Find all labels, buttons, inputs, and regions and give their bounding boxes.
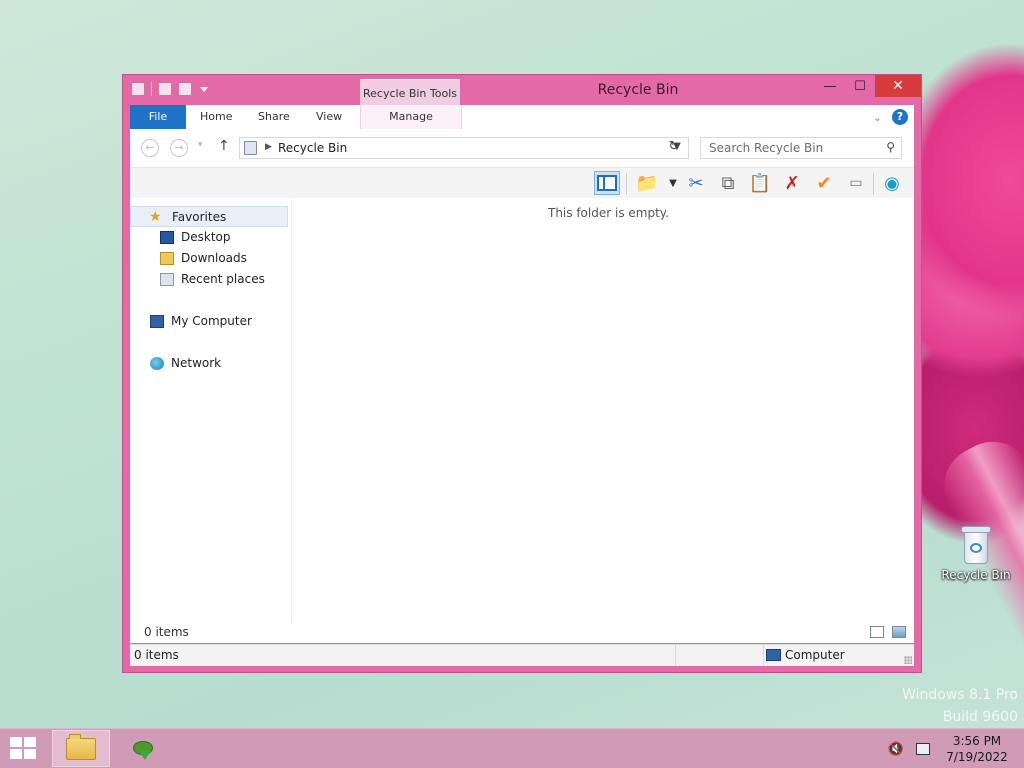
quick-access-toolbar xyxy=(131,82,208,96)
recycle-bin-icon xyxy=(959,526,993,566)
search-placeholder: Search Recycle Bin xyxy=(709,141,824,155)
recycle-bin-small-icon xyxy=(131,82,145,96)
tab-home[interactable]: Home xyxy=(200,105,232,129)
up-arrow-icon[interactable]: ↑ xyxy=(218,138,230,154)
taskbar-app-button[interactable] xyxy=(114,730,172,767)
customize-qat-chevron-down-icon[interactable] xyxy=(200,86,208,92)
main-content-area: ★ Favorites Desktop Downloads Recent pla… xyxy=(130,198,914,642)
sidebar-item-label: Desktop xyxy=(181,230,231,244)
sidebar-item-my-computer[interactable]: My Computer xyxy=(130,311,288,332)
recycle-bin-icon xyxy=(244,141,257,155)
sidebar-item-label: Recent places xyxy=(181,272,265,286)
back-button[interactable]: ← xyxy=(141,139,159,157)
sidebar-item-recent-places[interactable]: Recent places xyxy=(130,269,288,290)
downloads-folder-icon xyxy=(160,252,174,265)
properties-icon[interactable] xyxy=(158,82,172,96)
computer-icon xyxy=(150,315,164,328)
start-button[interactable] xyxy=(10,737,38,761)
desktop-icon xyxy=(160,231,174,244)
breadcrumb-chevron-right-icon[interactable]: ▶ xyxy=(265,142,272,152)
search-icon[interactable]: ⚲ xyxy=(886,140,895,154)
star-icon: ★ xyxy=(149,209,162,225)
address-breadcrumb[interactable]: Recycle Bin xyxy=(278,141,347,155)
system-tray: 🔇 3:56 PM 7/19/2022 xyxy=(888,733,1012,765)
close-button[interactable]: ✕ xyxy=(875,75,921,97)
speaker-muted-icon[interactable]: 🔇 xyxy=(888,742,904,757)
properties-globe-icon[interactable]: ◉ xyxy=(879,171,905,195)
window-title: Recycle Bin xyxy=(597,82,679,98)
sidebar-item-label: My Computer xyxy=(171,314,252,328)
navigation-pane: ★ Favorites Desktop Downloads Recent pla… xyxy=(130,198,292,642)
recent-places-icon xyxy=(160,273,174,286)
watermark-build: Build 9600 xyxy=(942,709,1018,725)
desktop-icon-label: Recycle Bin xyxy=(941,568,1011,582)
item-count: 0 items xyxy=(144,625,189,639)
desktop-recycle-bin[interactable]: Recycle Bin xyxy=(940,526,1012,582)
paste-icon[interactable]: 📋 xyxy=(747,171,773,195)
empty-folder-message: This folder is empty. xyxy=(548,206,669,220)
sidebar-item-label: Network xyxy=(171,356,222,370)
minimize-button[interactable]: — xyxy=(815,75,845,97)
navigation-bar: ← → ▾ ↑ ▶ Recycle Bin ▼ ↻ Search Recycle… xyxy=(130,129,914,167)
restore-checkmark-icon[interactable]: ✔ xyxy=(811,171,837,195)
help-icon[interactable]: ? xyxy=(892,109,908,125)
command-toolbar: 📁 ▼ ✂ ⧉ 📋 ✗ ✔ ▭ ◉ xyxy=(130,167,914,199)
search-input[interactable]: Search Recycle Bin ⚲ xyxy=(700,137,902,159)
tab-share[interactable]: Share xyxy=(258,105,290,129)
select-all-icon[interactable]: 📁 xyxy=(634,171,660,195)
watermark-edition: Windows 8.1 Pro xyxy=(902,687,1018,703)
tab-file[interactable]: File xyxy=(130,105,186,129)
expand-ribbon-chevron-down-icon[interactable]: ⌄ xyxy=(873,111,882,124)
status-location: Computer xyxy=(785,648,845,662)
maximize-button[interactable]: ☐ xyxy=(845,75,875,97)
rename-icon[interactable]: ▭ xyxy=(843,171,869,195)
taskbar-file-explorer-button[interactable] xyxy=(52,730,110,767)
tab-manage[interactable]: Manage xyxy=(360,105,462,129)
details-view-icon[interactable] xyxy=(870,626,884,638)
resize-grip[interactable] xyxy=(904,656,912,664)
status-item-count: 0 items xyxy=(134,648,179,662)
clock-time: 3:56 PM xyxy=(952,734,1002,748)
cut-icon[interactable]: ✂ xyxy=(683,171,709,195)
folder-icon xyxy=(66,733,96,760)
sidebar-item-favorites[interactable]: ★ Favorites xyxy=(130,206,288,227)
clock-date: 7/19/2022 xyxy=(946,750,1008,764)
computer-icon xyxy=(766,649,781,661)
sidebar-item-label: Downloads xyxy=(181,251,247,265)
copy-icon[interactable]: ⧉ xyxy=(715,171,741,195)
refresh-icon[interactable]: ↻ xyxy=(663,139,685,154)
sidebar-item-label: Favorites xyxy=(172,210,227,224)
delete-icon[interactable]: ✗ xyxy=(779,171,805,195)
network-icon xyxy=(150,357,164,370)
sidebar-item-desktop[interactable]: Desktop xyxy=(130,227,288,248)
title-bar[interactable]: Recycle Bin Tools Recycle Bin — ☐ ✕ xyxy=(123,75,921,105)
network-status-icon[interactable] xyxy=(916,743,930,755)
large-icons-view-icon[interactable] xyxy=(892,626,906,638)
taskbar: 🔇 3:56 PM 7/19/2022 xyxy=(0,728,1024,768)
explorer-window: Recycle Bin Tools Recycle Bin — ☐ ✕ File… xyxy=(122,74,922,673)
sidebar-item-downloads[interactable]: Downloads xyxy=(130,248,288,269)
navigation-pane-toggle-button[interactable] xyxy=(594,171,620,195)
recent-locations-chevron-down-icon[interactable]: ▾ xyxy=(198,140,203,150)
tab-view[interactable]: View xyxy=(316,105,342,129)
status-bar: 0 items Computer xyxy=(130,644,914,666)
address-bar[interactable]: ▶ Recycle Bin ▼ xyxy=(239,137,689,159)
bug-download-icon xyxy=(130,737,156,761)
clock[interactable]: 3:56 PM 7/19/2022 xyxy=(942,733,1012,765)
sidebar-item-network[interactable]: Network xyxy=(130,353,288,374)
new-folder-icon[interactable] xyxy=(178,82,192,96)
recycle-bin-tools-context-tab: Recycle Bin Tools xyxy=(360,79,460,105)
pane-layout-icon xyxy=(597,175,617,191)
windows-version-watermark: Windows 8.1 Pro Build 9600 xyxy=(902,684,1018,728)
ribbon-tabs: File Home Share View Manage ⌄ ? xyxy=(130,105,914,129)
items-count-row: 0 items xyxy=(130,623,914,643)
forward-button[interactable]: → xyxy=(170,139,188,157)
